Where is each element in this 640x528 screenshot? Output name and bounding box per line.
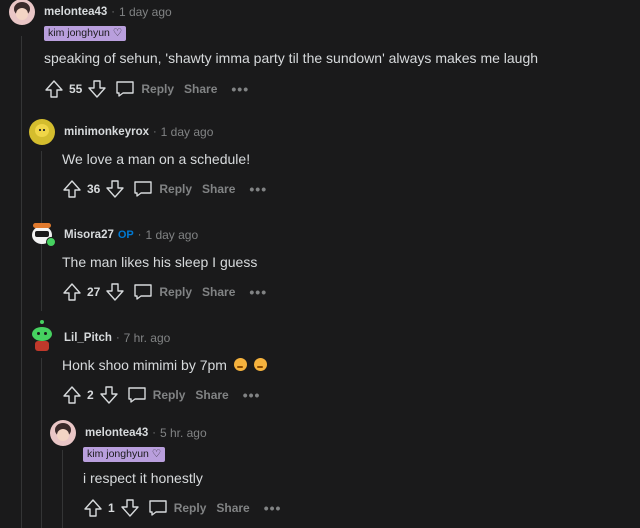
vote-score: 1 (108, 501, 115, 515)
comment-author[interactable]: Misora27 (64, 229, 114, 241)
comment: melontea43 · 1 day ago kim jonghyun ♡ sp… (9, 0, 539, 101)
comment-time[interactable]: 1 day ago (119, 5, 172, 19)
thread-line[interactable] (21, 36, 22, 528)
comment: Misora27 OP · 1 day ago The man likes hi… (29, 222, 267, 304)
upvote-icon[interactable] (44, 79, 64, 99)
sleepy-emoji-icon (253, 358, 267, 371)
comment-author[interactable]: melontea43 (85, 427, 148, 439)
comment-body: Honk shoo mimimi by 7pm (62, 356, 267, 374)
reply-button[interactable]: Reply (115, 80, 174, 98)
comment: minimonkeyrox · 1 day ago We love a man … (29, 119, 267, 201)
separator-dot: · (152, 427, 156, 439)
share-button[interactable]: Share (216, 501, 249, 515)
comment-body-text: Honk shoo mimimi by 7pm (62, 357, 227, 373)
vote-score: 55 (69, 82, 83, 96)
avatar[interactable] (29, 320, 55, 351)
more-icon[interactable]: ••• (243, 387, 261, 403)
share-button[interactable]: Share (202, 182, 235, 196)
comment-time[interactable]: 1 day ago (145, 228, 198, 242)
reply-button[interactable]: Reply (133, 180, 192, 198)
upvote-icon[interactable] (62, 282, 82, 302)
avatar[interactable] (50, 420, 76, 446)
reply-label: Reply (152, 388, 186, 402)
user-flair: kim jonghyun ♡ (44, 26, 127, 41)
downvote-icon[interactable] (105, 179, 125, 199)
reply-label: Reply (141, 82, 175, 96)
comment-time[interactable]: 7 hr. ago (124, 331, 171, 345)
share-button[interactable]: Share (195, 388, 228, 402)
more-icon[interactable]: ••• (231, 81, 249, 97)
more-icon[interactable]: ••• (249, 284, 267, 300)
separator-dot: · (153, 126, 157, 138)
reply-icon (127, 387, 146, 403)
comment-time[interactable]: 5 hr. ago (160, 426, 207, 440)
sleepy-emoji-icon (233, 358, 247, 371)
separator-dot: · (137, 229, 142, 241)
comment-time[interactable]: 1 day ago (161, 125, 214, 139)
reply-label: Reply (159, 285, 193, 299)
reply-icon (116, 81, 135, 97)
downvote-icon[interactable] (120, 498, 140, 518)
reply-button[interactable]: Reply (133, 283, 192, 301)
vote-score: 36 (87, 182, 101, 196)
reply-label: Reply (173, 501, 207, 515)
comment: Lil_Pitch · 7 hr. ago Honk shoo mimimi b… (29, 320, 267, 407)
vote-score: 27 (87, 285, 101, 299)
comment-body: speaking of sehun, 'shawty imma party ti… (44, 50, 539, 66)
more-icon[interactable]: ••• (264, 500, 282, 516)
comment-body: i respect it honestly (83, 470, 203, 486)
reply-icon (134, 284, 153, 300)
reply-label: Reply (159, 182, 193, 196)
vote-score: 2 (87, 388, 94, 402)
avatar[interactable] (29, 222, 56, 248)
downvote-icon[interactable] (99, 385, 119, 405)
reply-button[interactable]: Reply (148, 499, 207, 517)
upvote-icon[interactable] (62, 179, 82, 199)
comment-body: We love a man on a schedule! (62, 151, 251, 167)
separator-dot: · (111, 6, 115, 18)
comment-body: The man likes his sleep I guess (62, 254, 258, 270)
downvote-icon[interactable] (105, 282, 125, 302)
comment-author[interactable]: Lil_Pitch (64, 332, 112, 344)
separator-dot: · (115, 332, 120, 344)
avatar[interactable] (9, 0, 35, 25)
user-flair: kim jonghyun ♡ (83, 447, 166, 462)
downvote-icon[interactable] (87, 79, 107, 99)
upvote-icon[interactable] (83, 498, 103, 518)
reply-icon (148, 500, 167, 516)
reply-icon (134, 181, 153, 197)
comment-author[interactable]: minimonkeyrox (64, 126, 149, 138)
share-button[interactable]: Share (202, 285, 235, 299)
op-badge: OP (117, 229, 134, 241)
share-button[interactable]: Share (184, 82, 217, 96)
more-icon[interactable]: ••• (249, 181, 267, 197)
comment: melontea43 · 5 hr. ago kim jonghyun ♡ i … (50, 420, 282, 520)
reply-button[interactable]: Reply (127, 386, 186, 404)
comment-author[interactable]: melontea43 (44, 6, 107, 18)
avatar[interactable] (29, 119, 55, 145)
upvote-icon[interactable] (62, 385, 82, 405)
